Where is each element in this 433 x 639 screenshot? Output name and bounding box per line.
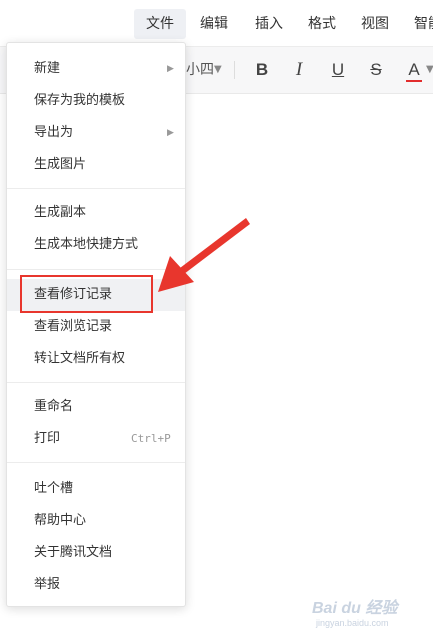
annotation-arrow-icon [158,218,250,292]
menu-item-label: 保存为我的模板 [34,93,126,108]
menu-item-label: 重命名 [34,399,74,414]
toolbar-divider [234,61,235,79]
menu-file[interactable]: 文件 [134,9,186,39]
menu-format[interactable]: 格式 [296,9,348,39]
menu-item-generate-image[interactable]: 生成图片 [7,149,185,181]
file-menu-dropdown: 新建 ▶ 保存为我的模板 导出为 ▶ 生成图片 生成副本 生成本地快捷方式 查看… [6,42,186,607]
bold-button[interactable]: B [248,56,276,84]
chevron-down-icon[interactable]: ▼ [214,61,222,79]
menu-item-label: 导出为 [34,125,74,140]
menu-item-label: 举报 [34,577,61,592]
menu-item-feedback[interactable]: 吐个槽 [7,473,185,505]
menu-divider [7,382,185,383]
menu-item-label: 生成副本 [34,205,87,220]
shortcut-hint: Ctrl+P [131,432,171,445]
menu-item-print[interactable]: 打印 Ctrl+P [7,423,185,455]
menu-item-new[interactable]: 新建 ▶ [7,53,185,85]
menu-item-label: 查看浏览记录 [34,319,113,334]
menu-item-rename[interactable]: 重命名 [7,391,185,423]
strikethrough-button[interactable]: S [362,56,390,84]
menu-item-label: 关于腾讯文档 [34,545,113,560]
menu-divider [7,462,185,463]
menu-item-view-history[interactable]: 查看浏览记录 [7,311,185,343]
menu-item-save-template[interactable]: 保存为我的模板 [7,85,185,117]
chevron-right-icon: ▶ [167,128,174,138]
page: 文件 编辑 插入 格式 视图 智能 小四 ▼ B I U S A ▼ 新建 ▶ … [0,0,433,639]
underline-button[interactable]: U [324,56,352,84]
menubar: 文件 编辑 插入 格式 视图 智能 [0,0,433,47]
font-size-select[interactable]: 小四 [186,59,214,81]
menu-item-help-center[interactable]: 帮助中心 [7,505,185,537]
italic-button[interactable]: I [285,56,313,84]
font-color-button[interactable]: A [400,56,428,84]
menu-edit[interactable]: 编辑 [188,9,240,39]
menu-item-label: 生成本地快捷方式 [34,237,139,252]
menu-item-about[interactable]: 关于腾讯文档 [7,537,185,569]
menu-item-label: 生成图片 [34,157,87,172]
menu-item-transfer-ownership[interactable]: 转让文档所有权 [7,343,185,375]
chevron-right-icon: ▶ [167,64,174,74]
menu-item-label: 转让文档所有权 [34,351,126,366]
font-color-swatch [406,80,422,82]
annotation-highlight-box [20,275,153,313]
menu-item-label: 打印 [34,431,61,446]
menu-item-label: 吐个槽 [34,481,74,496]
watermark-url: jingyan.baidu.com [316,618,389,628]
menu-view[interactable]: 视图 [349,9,401,39]
menu-item-export[interactable]: 导出为 ▶ [7,117,185,149]
menu-divider [7,188,185,189]
menu-insert[interactable]: 插入 [243,9,295,39]
watermark: Bai du 经验 jingyan.baidu.com [312,594,398,628]
menu-item-report[interactable]: 举报 [7,569,185,601]
menu-item-label: 帮助中心 [34,513,87,528]
menu-smart[interactable]: 智能 [402,9,433,39]
chevron-down-icon[interactable]: ▼ [426,61,433,79]
font-color-label: A [408,60,420,79]
watermark-brand: Bai du 经验 [312,600,398,617]
menu-item-label: 新建 [34,61,61,76]
